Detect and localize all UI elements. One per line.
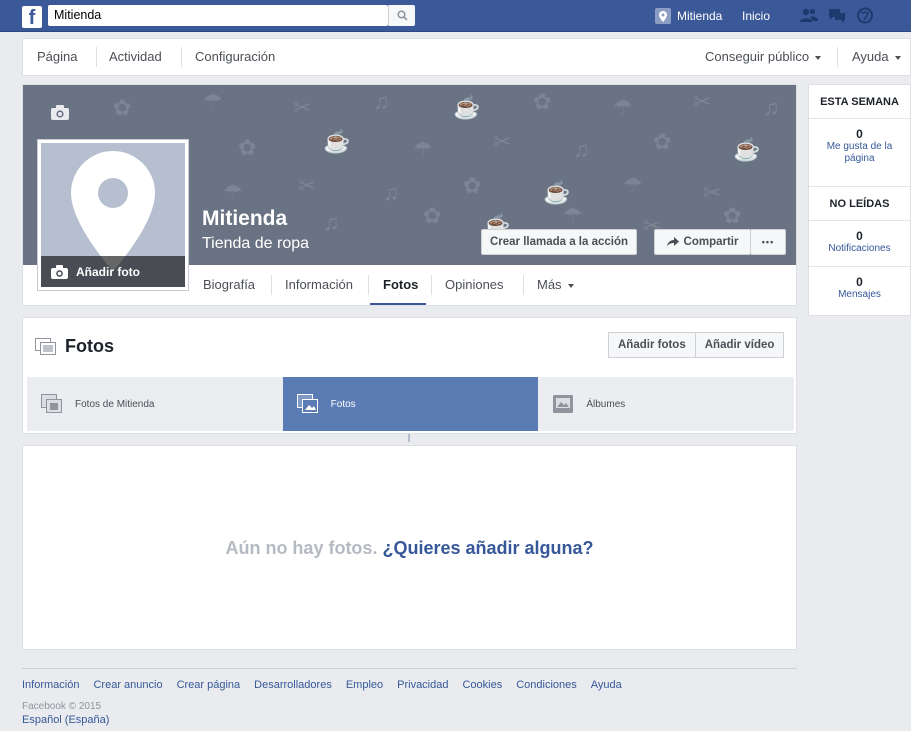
more-tab-label: Más — [537, 277, 562, 292]
share-button[interactable]: Compartir — [654, 229, 751, 255]
more-options-button[interactable]: ••• — [750, 229, 786, 255]
search-button[interactable] — [388, 5, 415, 26]
tab-divider — [523, 275, 524, 295]
add-video-button[interactable]: Añadir vídeo — [695, 332, 785, 358]
likes-label: Me gusta de la página — [826, 141, 893, 164]
tab-divider — [368, 275, 369, 295]
camera-icon — [51, 264, 68, 279]
add-photo-label: Añadir foto — [76, 264, 140, 279]
top-page-link[interactable]: Mitienda — [655, 6, 722, 26]
photo-stack-icon — [41, 394, 62, 413]
profile-picture[interactable]: Añadir foto — [37, 139, 189, 291]
page-pin-icon — [655, 8, 671, 24]
notifications-count: 0 — [856, 229, 863, 243]
profile-picture-placeholder: Añadir foto — [41, 143, 185, 287]
photos-title: Fotos — [65, 336, 114, 356]
active-tab-indicator — [370, 303, 426, 305]
language-link[interactable]: Español (España) — [22, 714, 109, 726]
likes-block[interactable]: 0 Me gusta de la página — [809, 119, 910, 187]
share-label: Compartir — [683, 236, 739, 248]
subtab-pointer — [408, 434, 410, 442]
top-icons — [800, 7, 874, 24]
chevron-down-icon — [894, 55, 901, 60]
share-arrow-icon — [666, 237, 679, 247]
chevron-down-icon — [567, 283, 574, 288]
audience-label: Conseguir público — [705, 49, 810, 64]
tab-informacion[interactable]: Información — [285, 265, 353, 305]
empty-message: Aún no hay fotos. ¿Quieres añadir alguna… — [23, 538, 796, 559]
facebook-logo-icon[interactable]: f — [22, 6, 42, 29]
footer-link-crear-pagina[interactable]: Crear página — [177, 679, 241, 691]
footer-divider — [22, 668, 797, 669]
this-week-header: ESTA SEMANA — [809, 85, 910, 119]
subtab-fotos[interactable]: Fotos — [282, 377, 539, 431]
nav-divider — [181, 47, 182, 67]
nav-divider — [837, 47, 838, 67]
profile-card: ✿ ☂ ✂ ♫ ☕ ✿ ☂ ✂ ♫ ✿ ☕ ☂ ✂ ♫ ✿ ☕ ☂ ✂ ♫ ✿ ☕ ☂ ✂ ♫ ✿ ☕ ☂ ✂ ✿ Mitiend… — [22, 84, 797, 306]
photo-subtabs: Fotos de Mitienda Fotos Álbumes — [27, 377, 795, 431]
top-bar: f Mitienda Mitienda Inicio — [0, 0, 911, 32]
search-input[interactable]: Mitienda — [48, 5, 388, 26]
likes-count: 0 — [856, 127, 863, 141]
help-label: Ayuda — [852, 49, 889, 64]
globe-icon[interactable] — [856, 7, 874, 24]
subtab-fotos-de-mitienda[interactable]: Fotos de Mitienda — [27, 377, 283, 431]
subtab-label: Álbumes — [586, 398, 626, 410]
nav-divider — [96, 47, 97, 67]
messages-label: Mensajes — [838, 289, 881, 300]
notifications-block[interactable]: 0 Notificaciones — [809, 221, 910, 267]
tab-fotos[interactable]: Fotos — [383, 265, 418, 305]
empty-text: Aún no hay fotos. — [225, 538, 378, 558]
chevron-down-icon — [815, 55, 822, 60]
nav-pagina[interactable]: Página — [37, 39, 77, 75]
tab-biografia[interactable]: Biografía — [203, 265, 255, 305]
cta-button[interactable]: Crear llamada a la acción — [481, 229, 637, 255]
tab-divider — [271, 275, 272, 295]
add-photos-button[interactable]: Añadir fotos — [608, 332, 696, 358]
footer-link-crear-anuncio[interactable]: Crear anuncio — [93, 679, 162, 691]
tab-divider — [431, 275, 432, 295]
subtab-label: Fotos de Mitienda — [75, 398, 155, 410]
footer-link-ayuda[interactable]: Ayuda — [591, 679, 622, 691]
messages-block[interactable]: 0 Mensajes — [809, 267, 910, 313]
photos-section-icon — [35, 338, 57, 361]
cover-camera-icon[interactable] — [51, 105, 69, 125]
nav-configuracion[interactable]: Configuración — [195, 39, 275, 75]
footer-link-condiciones[interactable]: Condiciones — [516, 679, 577, 691]
add-photos-link[interactable]: ¿Quieres añadir alguna? — [382, 538, 593, 558]
footer-link-empleo[interactable]: Empleo — [346, 679, 383, 691]
album-icon — [553, 395, 574, 413]
photos-actions: Añadir fotos Añadir vídeo — [608, 332, 785, 358]
subtab-albumes[interactable]: Álbumes — [538, 377, 795, 431]
home-link[interactable]: Inicio — [742, 9, 770, 23]
messages-count: 0 — [856, 275, 863, 289]
photos-section: Fotos Añadir fotos Añadir vídeo Fotos de… — [22, 317, 797, 434]
footer-link-privacidad[interactable]: Privacidad — [397, 679, 448, 691]
page-category: Tienda de ropa — [202, 235, 310, 252]
nav-ayuda[interactable]: Ayuda — [852, 39, 901, 75]
nav-actividad[interactable]: Actividad — [109, 39, 162, 75]
search-icon — [397, 10, 408, 21]
copyright: Facebook © 2015 — [22, 701, 102, 712]
page-nav: Página Actividad Configuración Conseguir… — [22, 38, 911, 76]
footer-link-desarrolladores[interactable]: Desarrolladores — [254, 679, 332, 691]
photos-icon — [296, 394, 318, 413]
footer-links: Información Crear anuncio Crear página D… — [22, 679, 636, 691]
add-profile-photo-button[interactable]: Añadir foto — [41, 256, 185, 287]
empty-photos-card: Aún no hay fotos. ¿Quieres añadir alguna… — [22, 445, 797, 650]
footer-link-informacion[interactable]: Información — [22, 679, 79, 691]
messages-icon[interactable] — [828, 7, 846, 24]
insights-sidebar: ESTA SEMANA 0 Me gusta de la página NO L… — [808, 84, 911, 316]
footer-link-cookies[interactable]: Cookies — [462, 679, 502, 691]
unread-header: NO LEÍDAS — [809, 187, 910, 221]
tab-mas[interactable]: Más — [537, 265, 574, 305]
page-name: Mitienda — [202, 207, 288, 230]
friends-icon[interactable] — [800, 7, 818, 24]
tab-opiniones[interactable]: Opiniones — [445, 265, 504, 305]
notifications-label: Notificaciones — [828, 243, 891, 254]
subtab-label: Fotos — [330, 398, 356, 410]
top-page-name: Mitienda — [677, 9, 723, 23]
nav-conseguir-publico[interactable]: Conseguir público — [705, 39, 822, 75]
